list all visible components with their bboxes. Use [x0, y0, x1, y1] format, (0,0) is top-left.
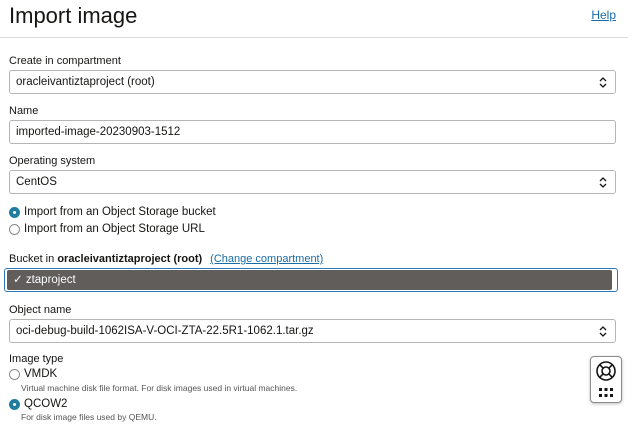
source-option-url[interactable]: Import from an Object Storage URL	[9, 223, 205, 235]
object-label: Object name	[9, 304, 72, 316]
compartment-select[interactable]: oracleivantiztaproject (root)	[9, 70, 616, 94]
source-option-bucket[interactable]: Import from an Object Storage bucket	[9, 206, 216, 218]
bucket-label-prefix: Bucket in	[9, 253, 58, 265]
updown-chevron-icon	[599, 177, 607, 188]
vmdk-hint: Virtual machine disk file format. For di…	[21, 383, 298, 393]
name-value: imported-image-20230903-1512	[16, 126, 181, 138]
compartment-value: oracleivantiztaproject (root)	[16, 76, 155, 88]
image-type-option-label: VMDK	[24, 368, 58, 380]
radio-unselected[interactable]	[9, 223, 20, 235]
object-value: oci-debug-build-1062ISA-V-OCI-ZTA-22.5R1…	[16, 325, 314, 337]
change-compartment-link[interactable]: (Change compartment)	[210, 253, 323, 265]
bucket-option-selected[interactable]: ✓ ztaproject	[7, 270, 612, 290]
updown-chevron-icon	[599, 326, 607, 337]
image-type-qcow2[interactable]: QCOW2	[9, 398, 67, 410]
image-type-label: Image type	[9, 353, 64, 365]
name-label: Name	[9, 105, 39, 117]
page-header: Import image Help	[0, 0, 628, 38]
updown-chevron-icon	[599, 77, 607, 88]
compartment-label: Create in compartment	[9, 55, 121, 67]
radio-unselected[interactable]	[9, 368, 20, 380]
os-label: Operating system	[9, 155, 96, 167]
source-option-label: Import from an Object Storage bucket	[24, 206, 216, 218]
lifebuoy-icon	[596, 361, 616, 397]
qcow2-hint: For disk image files used by QEMU.	[21, 412, 157, 422]
grid-dots-icon	[599, 388, 613, 397]
page-title: Import image	[9, 3, 138, 28]
source-option-label: Import from an Object Storage URL	[24, 223, 205, 235]
os-select[interactable]: CentOS	[9, 170, 616, 194]
bucket-label: Bucket in oracleivantiztaproject (root) (…	[9, 253, 323, 265]
image-type-option-label: QCOW2	[24, 398, 68, 410]
bucket-select[interactable]: ✓ ztaproject	[4, 268, 618, 292]
name-input[interactable]: imported-image-20230903-1512	[9, 120, 616, 144]
radio-selected[interactable]	[9, 398, 20, 410]
bucket-compartment: oracleivantiztaproject (root)	[57, 253, 203, 265]
radio-selected[interactable]	[9, 206, 20, 218]
help-link[interactable]: Help	[591, 8, 616, 22]
help-widget[interactable]	[590, 356, 622, 403]
os-value: CentOS	[16, 176, 57, 188]
object-select[interactable]: oci-debug-build-1062ISA-V-OCI-ZTA-22.5R1…	[9, 319, 616, 343]
image-type-vmdk[interactable]: VMDK	[9, 368, 57, 380]
